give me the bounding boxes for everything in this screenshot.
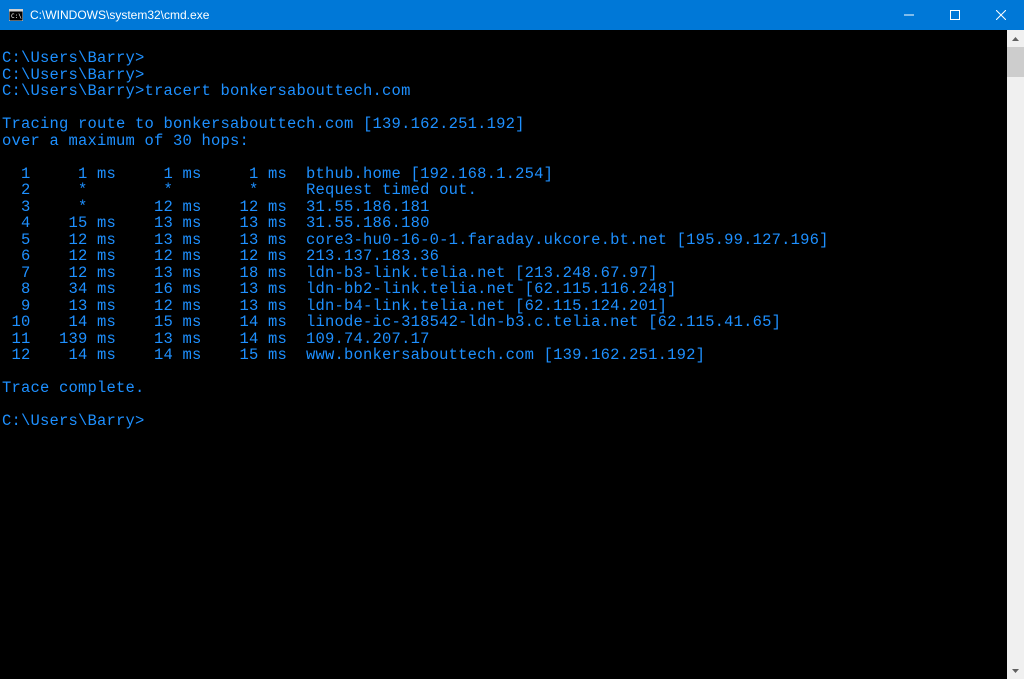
output-line: 11 139 ms 13 ms 14 ms 109.74.207.17 (2, 330, 430, 348)
output-line: 10 14 ms 15 ms 14 ms linode-ic-318542-ld… (2, 313, 781, 331)
output-line: over a maximum of 30 hops: (2, 132, 249, 150)
output-line: 8 34 ms 16 ms 13 ms ldn-bb2-link.telia.n… (2, 280, 677, 298)
output-line: C:\Users\Barry>tracert bonkersabouttech.… (2, 82, 411, 100)
maximize-button[interactable] (932, 0, 978, 30)
window-controls (886, 0, 1024, 30)
output-line: C:\Users\Barry> (2, 66, 145, 84)
window-title: C:\WINDOWS\system32\cmd.exe (30, 8, 886, 22)
vertical-scrollbar[interactable] (1007, 30, 1024, 679)
titlebar[interactable]: C:\ C:\WINDOWS\system32\cmd.exe (0, 0, 1024, 30)
scroll-down-button[interactable] (1007, 662, 1024, 679)
cmd-icon: C:\ (8, 7, 24, 23)
output-line: 2 * * * Request timed out. (2, 181, 477, 199)
output-line: 4 15 ms 13 ms 13 ms 31.55.186.180 (2, 214, 430, 232)
output-line: 1 1 ms 1 ms 1 ms bthub.home [192.168.1.2… (2, 165, 553, 183)
output-line: 12 14 ms 14 ms 15 ms www.bonkersabouttec… (2, 346, 705, 364)
output-line: 9 13 ms 12 ms 13 ms ldn-b4-link.telia.ne… (2, 297, 667, 315)
terminal-container: C:\Users\Barry> C:\Users\Barry> C:\Users… (0, 30, 1024, 679)
terminal-output[interactable]: C:\Users\Barry> C:\Users\Barry> C:\Users… (0, 30, 1007, 679)
output-line: 6 12 ms 12 ms 12 ms 213.137.183.36 (2, 247, 439, 265)
scroll-up-button[interactable] (1007, 30, 1024, 47)
scroll-thumb[interactable] (1007, 47, 1024, 77)
output-line: 7 12 ms 13 ms 18 ms ldn-b3-link.telia.ne… (2, 264, 658, 282)
close-button[interactable] (978, 0, 1024, 30)
output-line: C:\Users\Barry> (2, 49, 145, 67)
output-line: C:\Users\Barry> (2, 412, 145, 430)
scroll-track[interactable] (1007, 47, 1024, 662)
output-line: Tracing route to bonkersabouttech.com [1… (2, 115, 525, 133)
output-line: 5 12 ms 13 ms 13 ms core3-hu0-16-0-1.far… (2, 231, 829, 249)
svg-text:C:\: C:\ (11, 13, 22, 20)
cmd-window: C:\ C:\WINDOWS\system32\cmd.exe C:\Users… (0, 0, 1024, 679)
output-line: 3 * 12 ms 12 ms 31.55.186.181 (2, 198, 430, 216)
output-line: Trace complete. (2, 379, 145, 397)
minimize-button[interactable] (886, 0, 932, 30)
